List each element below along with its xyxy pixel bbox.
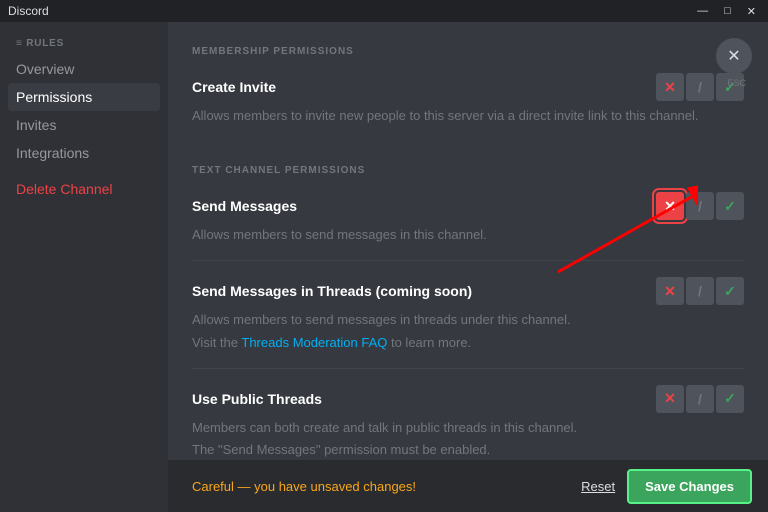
sidebar-label-permissions: Permissions xyxy=(16,89,92,105)
sidebar-section-label: ≡ RULES xyxy=(8,38,160,49)
use-public-threads-allow-btn[interactable]: ✓ xyxy=(716,385,744,413)
send-messages-threads-neutral-btn[interactable]: / xyxy=(686,277,714,305)
use-public-threads-name: Use Public Threads xyxy=(192,391,322,407)
sidebar-label-delete-channel: Delete Channel xyxy=(16,181,113,197)
send-messages-threads-allow-btn[interactable]: ✓ xyxy=(716,277,744,305)
use-public-threads-header: Use Public Threads ✕ / ✓ xyxy=(192,385,744,413)
use-public-threads-neutral-btn[interactable]: / xyxy=(686,385,714,413)
titlebar-controls: — □ ✕ xyxy=(693,5,760,18)
create-invite-desc: Allows members to invite new people to t… xyxy=(192,107,744,125)
sidebar-item-delete-channel[interactable]: Delete Channel xyxy=(8,175,160,203)
close-button[interactable]: ✕ xyxy=(716,38,752,74)
send-messages-neutral-btn[interactable]: / xyxy=(686,192,714,220)
sidebar-item-permissions[interactable]: Permissions xyxy=(8,83,160,111)
membership-section-title: MEMBERSHIP PERMISSIONS xyxy=(192,46,744,57)
main-content: MEMBERSHIP PERMISSIONS Create Invite ✕ /… xyxy=(168,22,768,512)
sidebar-label-integrations: Integrations xyxy=(16,145,89,161)
use-public-threads-desc1: Members can both create and talk in publ… xyxy=(192,419,744,437)
titlebar-title: Discord xyxy=(8,4,49,18)
create-invite-name: Create Invite xyxy=(192,79,276,95)
titlebar-close-button[interactable]: ✕ xyxy=(743,5,760,18)
send-messages-header: Send Messages ✕ / ✓ xyxy=(192,192,744,220)
permission-create-invite-header: Create Invite ✕ / ✓ xyxy=(192,73,744,101)
unsaved-changes-text: Careful — you have unsaved changes! xyxy=(184,479,569,494)
save-changes-button[interactable]: Save Changes xyxy=(627,469,752,504)
use-public-threads-toggle-group: ✕ / ✓ xyxy=(656,385,744,413)
send-messages-threads-name: Send Messages in Threads (coming soon) xyxy=(192,283,472,299)
titlebar: Discord — □ ✕ xyxy=(0,0,768,22)
send-messages-desc: Allows members to send messages in this … xyxy=(192,226,744,244)
content-inner: MEMBERSHIP PERMISSIONS Create Invite ✕ /… xyxy=(168,22,768,512)
send-messages-threads-desc: Allows members to send messages in threa… xyxy=(192,311,744,329)
send-messages-deny-btn[interactable]: ✕ xyxy=(656,192,684,220)
send-messages-threads-deny-btn[interactable]: ✕ xyxy=(656,277,684,305)
permission-send-messages: Send Messages ✕ / ✓ Allows members to se… xyxy=(192,192,744,261)
permission-create-invite: Create Invite ✕ / ✓ Allows members to in… xyxy=(192,73,744,141)
minimize-button[interactable]: — xyxy=(693,5,712,18)
sidebar-label-overview: Overview xyxy=(16,61,74,77)
maximize-button[interactable]: □ xyxy=(720,5,735,18)
create-invite-deny-btn[interactable]: ✕ xyxy=(656,73,684,101)
send-messages-toggle-group: ✕ / ✓ xyxy=(656,192,744,220)
sidebar-item-invites[interactable]: Invites xyxy=(8,111,160,139)
esc-label: ESC xyxy=(727,78,746,88)
send-messages-threads-toggle-group: ✕ / ✓ xyxy=(656,277,744,305)
sidebar-label-invites: Invites xyxy=(16,117,56,133)
text-section-title: TEXT CHANNEL PERMISSIONS xyxy=(192,165,744,176)
sidebar: ≡ RULES Overview Permissions Invites Int… xyxy=(0,22,168,512)
use-public-threads-desc2: The "Send Messages" permission must be e… xyxy=(192,441,744,459)
use-public-threads-deny-btn[interactable]: ✕ xyxy=(656,385,684,413)
sidebar-item-overview[interactable]: Overview xyxy=(8,55,160,83)
send-messages-threads-link-desc: Visit the Threads Moderation FAQ to lear… xyxy=(192,334,744,352)
bottom-bar: Careful — you have unsaved changes! Rese… xyxy=(168,460,768,512)
reset-button[interactable]: Reset xyxy=(581,479,615,494)
membership-permissions-section: MEMBERSHIP PERMISSIONS Create Invite ✕ /… xyxy=(192,46,744,141)
send-messages-allow-btn[interactable]: ✓ xyxy=(716,192,744,220)
threads-faq-link[interactable]: Threads Moderation FAQ xyxy=(241,335,387,350)
app-body: ≡ RULES Overview Permissions Invites Int… xyxy=(0,22,768,512)
sidebar-item-integrations[interactable]: Integrations xyxy=(8,139,160,167)
send-messages-threads-header: Send Messages in Threads (coming soon) ✕… xyxy=(192,277,744,305)
send-messages-name: Send Messages xyxy=(192,198,297,214)
create-invite-neutral-btn[interactable]: / xyxy=(686,73,714,101)
permission-send-messages-threads: Send Messages in Threads (coming soon) ✕… xyxy=(192,277,744,368)
